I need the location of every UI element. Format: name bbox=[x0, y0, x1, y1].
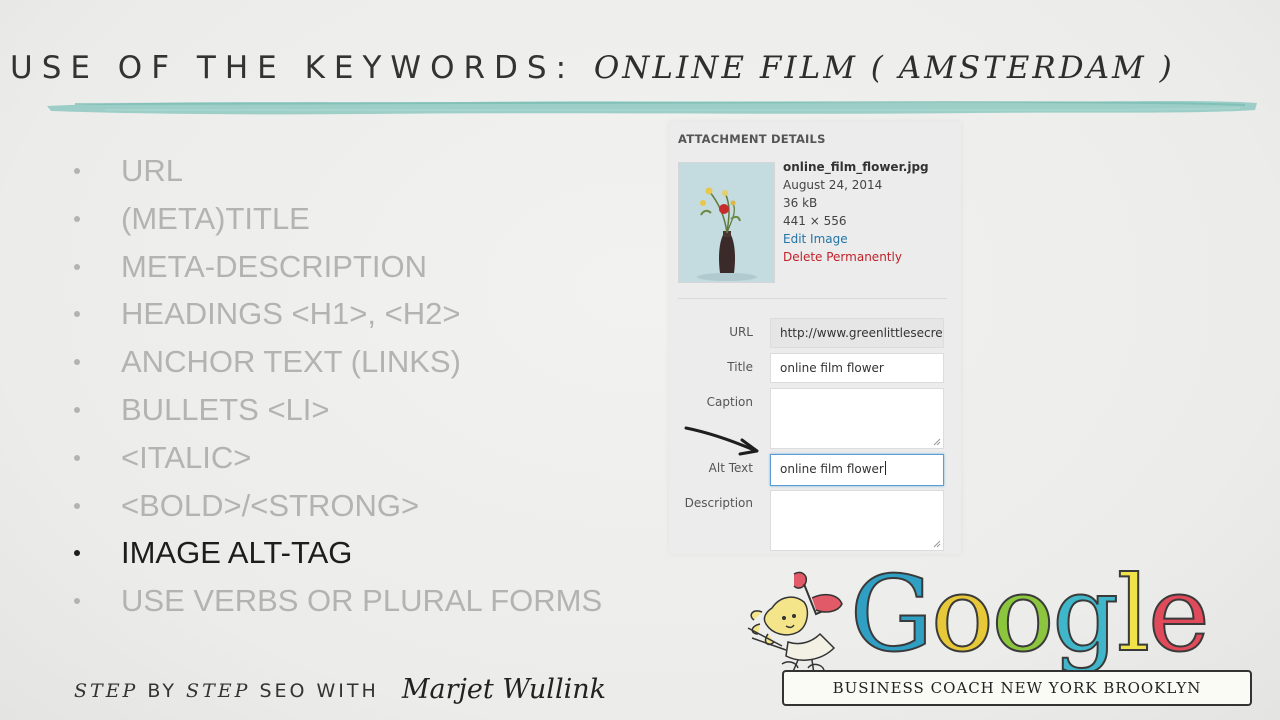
delete-permanently-link[interactable]: Delete Permanently bbox=[783, 248, 929, 266]
title-label: Title bbox=[727, 360, 753, 374]
slide-title-prefix: USE OF THE KEYWORDS: bbox=[10, 50, 576, 86]
list-item-active: IMAGE ALT-TAG bbox=[70, 528, 602, 576]
google-business-coach-logo: Google BUSINESS COACH NEW YORK BROOKLYN bbox=[742, 561, 1257, 714]
logo-letter: G bbox=[849, 553, 934, 675]
list-item: <ITALIC> bbox=[70, 433, 602, 481]
file-info: online_film_flower.jpg August 24, 2014 3… bbox=[783, 158, 929, 266]
bullet-dot-icon bbox=[74, 311, 80, 318]
logo-letter: o bbox=[930, 553, 995, 675]
list-item: <BOLD>/<STRONG> bbox=[70, 481, 602, 529]
bullet-label: <BOLD>/<STRONG> bbox=[121, 487, 420, 523]
upload-date: August 24, 2014 bbox=[783, 178, 883, 192]
author-signature: Marjet Wullink bbox=[401, 674, 606, 705]
pointer-arrow-icon bbox=[684, 426, 759, 456]
list-item: ANCHOR TEXT (LINKS) bbox=[70, 337, 602, 385]
google-wordmark: Google bbox=[849, 561, 1211, 667]
bullet-label: USE VERBS OR PLURAL FORMS bbox=[121, 583, 603, 619]
url-field[interactable]: http://www.greenlittlesecret bbox=[770, 318, 944, 348]
resize-handle-icon[interactable] bbox=[933, 540, 941, 548]
list-item: (META)TITLE bbox=[70, 194, 602, 242]
bullet-label: BULLETS <LI> bbox=[121, 391, 330, 427]
text-caret bbox=[884, 461, 886, 475]
bullet-dot-icon bbox=[74, 502, 80, 509]
list-item: URL bbox=[70, 146, 602, 194]
edit-image-link[interactable]: Edit Image bbox=[783, 230, 929, 248]
list-item: USE VERBS OR PLURAL FORMS bbox=[70, 576, 602, 624]
bullet-label: URL bbox=[121, 153, 184, 188]
title-brush-stroke bbox=[47, 100, 1257, 115]
keyword-bullet-list: URL (META)TITLE META-DESCRIPTION HEADING… bbox=[70, 146, 602, 624]
footer-step-2: STEP bbox=[186, 680, 251, 702]
logo-letter: o bbox=[991, 553, 1056, 675]
list-item: BULLETS <LI> bbox=[70, 385, 602, 433]
image-dimensions: 441 × 556 bbox=[783, 214, 847, 228]
bullet-dot-icon bbox=[74, 550, 80, 557]
list-item: HEADINGS <H1>, <H2> bbox=[70, 289, 602, 337]
url-label: URL bbox=[729, 325, 753, 339]
slide-title: USE OF THE KEYWORDS: ONLINE FILM ( AMSTE… bbox=[10, 50, 1175, 86]
bullet-label: (META)TITLE bbox=[121, 200, 310, 236]
footer-step-1: STEP bbox=[74, 680, 139, 702]
attachment-details-heading: ATTACHMENT DETAILS bbox=[678, 132, 826, 146]
bullet-label: META-DESCRIPTION bbox=[121, 248, 427, 284]
logo-letter: g bbox=[1051, 553, 1120, 675]
description-label: Description bbox=[684, 496, 753, 510]
caption-label: Caption bbox=[706, 395, 753, 409]
bullet-dot-icon bbox=[74, 263, 80, 270]
description-textarea[interactable] bbox=[770, 490, 944, 551]
bullet-label: <ITALIC> bbox=[121, 439, 252, 475]
slide-title-keyword: ONLINE FILM ( AMSTERDAM ) bbox=[593, 50, 1175, 86]
footer-by: BY bbox=[147, 680, 177, 702]
attachment-details-panel: ATTACHMENT DETAILS online_film_flower.jp… bbox=[669, 122, 961, 554]
bullet-label: IMAGE ALT-TAG bbox=[121, 535, 353, 571]
file-name: online_film_flower.jpg bbox=[783, 160, 929, 174]
panel-divider bbox=[678, 298, 947, 299]
bullet-dot-icon bbox=[74, 454, 80, 461]
footer-seo-with: SEO WITH bbox=[259, 680, 379, 702]
bullet-label: ANCHOR TEXT (LINKS) bbox=[121, 344, 461, 380]
list-item: META-DESCRIPTION bbox=[70, 242, 602, 290]
alt-text-value: online film flower bbox=[780, 462, 884, 476]
file-size: 36 kB bbox=[783, 196, 818, 210]
bullet-dot-icon bbox=[74, 598, 80, 605]
alt-text-field[interactable]: online film flower bbox=[770, 454, 944, 486]
logo-letter: l bbox=[1116, 553, 1151, 675]
image-thumbnail[interactable] bbox=[678, 162, 775, 283]
bullet-label: HEADINGS <H1>, <H2> bbox=[121, 296, 461, 332]
resize-handle-icon[interactable] bbox=[933, 438, 941, 446]
bullet-dot-icon bbox=[74, 215, 80, 222]
bullet-dot-icon bbox=[74, 359, 80, 366]
title-field[interactable]: online film flower bbox=[770, 353, 944, 383]
footer-branding: STEP BY STEP SEO WITH Marjet Wullink bbox=[74, 673, 606, 705]
alt-text-label: Alt Text bbox=[708, 461, 753, 475]
logo-banner: BUSINESS COACH NEW YORK BROOKLYN bbox=[782, 670, 1252, 706]
logo-letter: e bbox=[1147, 553, 1211, 675]
bullet-dot-icon bbox=[74, 406, 80, 413]
flower-vase-image bbox=[679, 163, 774, 282]
bullet-dot-icon bbox=[74, 168, 80, 174]
caption-textarea[interactable] bbox=[770, 388, 944, 449]
